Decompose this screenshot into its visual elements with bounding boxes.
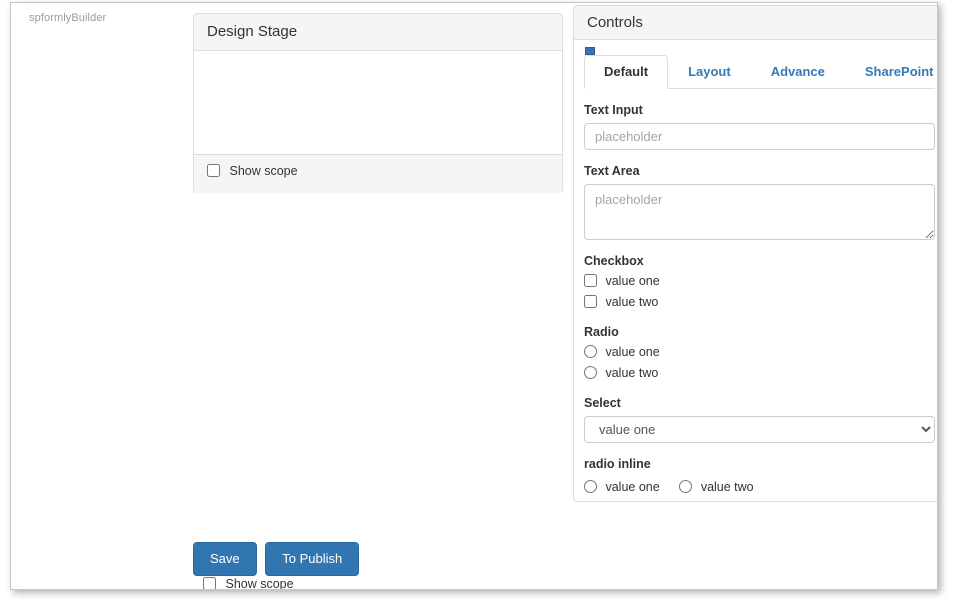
checkbox-option-2-label: value two <box>605 295 658 309</box>
design-stage-show-scope[interactable]: Show scope <box>207 164 549 178</box>
controls-title: Controls <box>587 14 932 32</box>
design-stage-title: Design Stage <box>207 23 549 41</box>
select-label: Select <box>584 396 935 410</box>
radio-option-1[interactable]: value one <box>584 345 935 359</box>
radio-inline-option-2-label: value two <box>701 480 754 494</box>
save-button[interactable]: Save <box>193 542 257 576</box>
radio-inline-option-2[interactable]: value two <box>679 480 753 494</box>
text-area-field[interactable] <box>584 184 935 240</box>
checkbox-option-1-label: value one <box>605 274 659 288</box>
to-publish-button[interactable]: To Publish <box>265 542 359 576</box>
select-field[interactable]: value one value two <box>584 416 935 443</box>
text-input-label: Text Input <box>584 103 935 117</box>
controls-panel: Controls Default Layout Advance SharePoi… <box>573 5 938 502</box>
design-stage-panel: Design Stage Show scope <box>193 13 563 193</box>
text-input-field[interactable] <box>584 123 935 150</box>
design-stage-header: Design Stage <box>194 14 562 51</box>
radio-inline-group: radio inline value one value two <box>584 457 935 494</box>
controls-body: Default Layout Advance SharePoint Text I… <box>574 40 938 518</box>
checkbox-option-1-input[interactable] <box>584 274 597 287</box>
radio-group: Radio value one value two <box>584 325 935 380</box>
bottom-show-scope-checkbox[interactable] <box>203 577 216 590</box>
checkbox-group: Checkbox value one value two <box>584 254 935 309</box>
checkbox-option-2-input[interactable] <box>584 295 597 308</box>
design-stage-dropzone[interactable] <box>194 51 562 154</box>
tab-layout[interactable]: Layout <box>668 55 751 89</box>
radio-inline-option-1-input[interactable] <box>584 480 597 493</box>
controls-header: Controls <box>574 6 938 40</box>
checkbox-option-2[interactable]: value two <box>584 295 935 309</box>
design-stage-footer: Show scope <box>194 154 562 193</box>
radio-option-2[interactable]: value two <box>584 366 935 380</box>
radio-option-1-label: value one <box>605 345 659 359</box>
radio-inline-option-1-label: value one <box>605 480 659 494</box>
bottom-show-scope[interactable]: Show scope <box>203 577 294 590</box>
radio-option-2-label: value two <box>605 366 658 380</box>
text-area-group: Text Area <box>584 164 935 240</box>
controls-tabs: Default Layout Advance SharePoint <box>584 56 935 89</box>
app-window: spformlyBuilder Design Stage Show scope … <box>10 2 938 590</box>
radio-inline-option-2-input[interactable] <box>679 480 692 493</box>
checkbox-options: value one value two <box>584 274 935 309</box>
radio-group-label: Radio <box>584 325 935 339</box>
design-stage-show-scope-checkbox[interactable] <box>207 164 220 177</box>
radio-option-2-input[interactable] <box>584 366 597 379</box>
tab-default-link[interactable]: Default <box>584 55 668 89</box>
design-stage-show-scope-label: Show scope <box>229 164 297 178</box>
tab-default[interactable]: Default <box>584 55 668 89</box>
bottom-show-scope-label: Show scope <box>225 577 293 590</box>
radio-inline-option-1[interactable]: value one <box>584 480 660 494</box>
checkbox-group-label: Checkbox <box>584 254 935 268</box>
tab-sharepoint[interactable]: SharePoint <box>845 55 938 89</box>
radio-inline-group-label: radio inline <box>584 457 935 471</box>
text-input-group: Text Input <box>584 103 935 150</box>
tab-advance[interactable]: Advance <box>751 55 845 89</box>
radio-option-1-input[interactable] <box>584 345 597 358</box>
radio-options: value one value two <box>584 345 935 380</box>
radio-inline-options: value one value two <box>584 479 935 494</box>
tab-layout-link[interactable]: Layout <box>668 55 751 89</box>
select-group: Select value one value two <box>584 396 935 443</box>
checkbox-option-1[interactable]: value one <box>584 274 935 288</box>
action-bar: Save To Publish <box>193 542 364 576</box>
app-brand: spformlyBuilder <box>29 12 106 24</box>
tab-advance-link[interactable]: Advance <box>751 55 845 89</box>
text-area-label: Text Area <box>584 164 935 178</box>
tab-sharepoint-link[interactable]: SharePoint <box>845 55 938 89</box>
